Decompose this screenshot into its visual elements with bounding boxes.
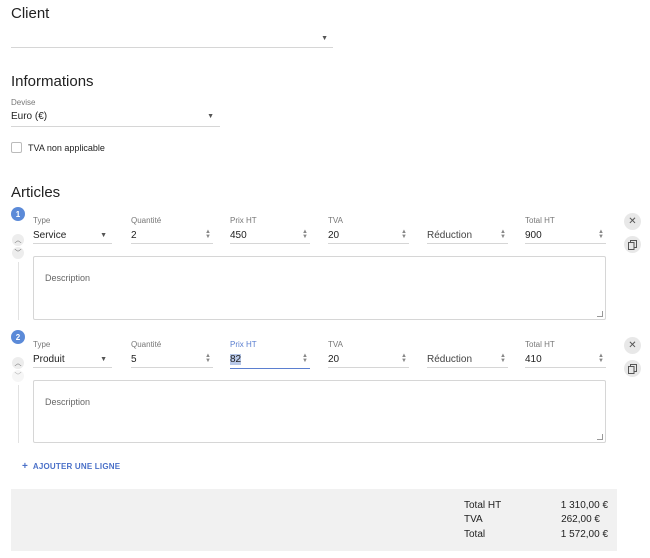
description-textarea[interactable]: Description <box>33 256 606 320</box>
quantity-input[interactable]: 5 ▲ ▼ <box>131 352 213 368</box>
resize-handle-icon[interactable] <box>597 311 603 317</box>
total-input[interactable]: 410 ▲ ▼ <box>525 352 606 368</box>
move-up-button[interactable]: ︿ <box>12 234 24 246</box>
quantity-label: Quantité <box>131 216 162 225</box>
total-value: 410 <box>525 354 542 365</box>
tva-value: 262,00 € <box>561 514 600 525</box>
total-label: Total HT <box>525 216 555 225</box>
duplicate-line-button[interactable] <box>624 360 641 377</box>
stepper-icon[interactable]: ▲ ▼ <box>500 229 506 240</box>
description-placeholder: Description <box>45 273 91 283</box>
move-down-button[interactable]: ﹀ <box>12 370 24 382</box>
quantity-value: 5 <box>131 354 137 365</box>
stepper-icon[interactable]: ▲ ▼ <box>500 353 506 364</box>
vat-label: TVA <box>328 216 343 225</box>
chevron-up-icon: ︿ <box>14 360 22 367</box>
total-value: 900 <box>525 230 542 241</box>
chevron-down-icon: ▼ <box>207 113 214 120</box>
vat-value: 20 <box>328 230 340 241</box>
discount-placeholder: Réduction <box>427 354 473 365</box>
close-icon: ✕ <box>628 216 637 227</box>
copy-icon <box>628 363 637 374</box>
total-ht-label: Total HT <box>464 500 502 511</box>
chevron-down-icon: ▼ <box>100 356 107 363</box>
description-placeholder: Description <box>45 397 91 407</box>
stepper-icon[interactable]: ▲ ▼ <box>598 353 604 364</box>
stepper-icon[interactable]: ▲ ▼ <box>205 229 211 240</box>
price-label: Prix HT <box>230 216 257 225</box>
price-input[interactable]: 450 ▲ ▼ <box>230 228 310 244</box>
stepper-icon[interactable]: ▲ ▼ <box>205 353 211 364</box>
vat-value: 20 <box>328 354 340 365</box>
tva-label: TVA <box>464 514 483 525</box>
client-title: Client <box>11 5 50 22</box>
vat-not-applicable-checkbox[interactable] <box>11 142 22 153</box>
line-number-badge: 1 <box>11 207 25 221</box>
add-line-button[interactable]: + AJOUTER UNE LIGNE <box>22 461 120 472</box>
currency-label: Devise <box>11 98 36 107</box>
articles-title: Articles <box>11 184 61 201</box>
type-select-value: Service <box>33 230 67 241</box>
total-input[interactable]: 900 ▲ ▼ <box>525 228 606 244</box>
type-label: Type <box>33 340 51 349</box>
informations-title: Informations <box>11 73 94 90</box>
type-label: Type <box>33 216 51 225</box>
description-textarea[interactable]: Description <box>33 380 606 443</box>
chevron-up-icon: ︿ <box>14 237 22 244</box>
plus-icon: + <box>22 461 28 472</box>
resize-handle-icon[interactable] <box>597 434 603 440</box>
quantity-label: Quantité <box>131 340 162 349</box>
type-select-value: Produit <box>33 354 65 365</box>
total-ht-value: 1 310,00 € <box>560 500 608 511</box>
stepper-icon[interactable]: ▲ ▼ <box>302 229 308 240</box>
stepper-icon[interactable]: ▲ ▼ <box>401 229 407 240</box>
move-down-button[interactable]: ﹀ <box>12 247 24 259</box>
stepper-icon[interactable]: ▲ ▼ <box>302 353 308 364</box>
delete-line-button[interactable]: ✕ <box>624 337 641 354</box>
grand-total-label: Total <box>464 529 486 540</box>
add-line-label: AJOUTER UNE LIGNE <box>32 462 121 471</box>
vat-input[interactable]: 20 ▲ ▼ <box>328 228 409 244</box>
price-input[interactable]: 82 ▲ ▼ <box>230 352 310 369</box>
client-select[interactable]: ▼ <box>11 30 333 48</box>
discount-input[interactable]: Réduction ▲ ▼ <box>427 228 508 244</box>
delete-line-button[interactable]: ✕ <box>624 213 641 230</box>
vat-label: TVA <box>328 340 343 349</box>
vat-input[interactable]: 20 ▲ ▼ <box>328 352 409 368</box>
price-value: 82 <box>230 354 242 365</box>
grand-total-value: 1 572,00 € <box>560 529 608 540</box>
type-select[interactable]: Produit ▼ <box>33 352 112 368</box>
currency-select-value: Euro (€) <box>11 111 48 122</box>
currency-select[interactable]: Euro (€) ▼ <box>11 108 220 127</box>
type-select[interactable]: Service ▼ <box>33 228 112 244</box>
copy-icon <box>628 239 637 250</box>
close-icon: ✕ <box>628 340 637 351</box>
discount-input[interactable]: Réduction ▲ ▼ <box>427 352 508 368</box>
total-label: Total HT <box>525 340 555 349</box>
discount-placeholder: Réduction <box>427 230 473 241</box>
chevron-down-icon: ﹀ <box>14 250 22 257</box>
quantity-input[interactable]: 2 ▲ ▼ <box>131 228 213 244</box>
chevron-down-icon: ﹀ <box>14 373 22 380</box>
duplicate-line-button[interactable] <box>624 236 641 253</box>
stepper-icon[interactable]: ▲ ▼ <box>401 353 407 364</box>
move-up-button[interactable]: ︿ <box>12 357 24 369</box>
chevron-down-icon: ▼ <box>100 232 107 239</box>
vat-not-applicable-label[interactable]: TVA non applicable <box>28 143 105 153</box>
totals-panel: Total HT 1 310,00 € TVA 262,00 € Total 1… <box>11 489 617 551</box>
line-divider <box>18 385 19 443</box>
price-label: Prix HT <box>230 340 257 349</box>
line-number-badge: 2 <box>11 330 25 344</box>
chevron-down-icon: ▼ <box>321 35 328 42</box>
stepper-icon[interactable]: ▲ ▼ <box>598 229 604 240</box>
quantity-value: 2 <box>131 230 137 241</box>
price-value: 450 <box>230 230 247 241</box>
line-divider <box>18 262 19 320</box>
